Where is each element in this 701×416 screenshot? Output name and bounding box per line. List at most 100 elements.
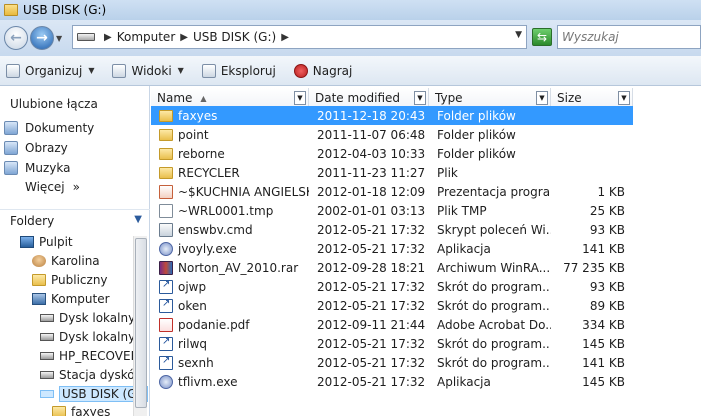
burn-button[interactable]: Nagraj [293,63,353,78]
file-name: faxyes [178,108,218,123]
chevron-down-icon[interactable]: ▼ [134,214,142,225]
file-row[interactable]: rilwq 2012-05-21 17:32 Skrót do program...… [151,334,633,353]
organize-button[interactable]: Organizuj ▼ [6,63,94,78]
file-row[interactable]: RECYCLER 2011-11-23 11:27 Plik [151,163,633,182]
tree-item-user[interactable]: Karolina [32,254,100,268]
file-name: ~$KUCHNIA ANGIELSK... [178,184,309,199]
favorite-links-title: Ulubione łącza [10,97,98,111]
favorite-label: Obrazy [25,141,68,155]
tree-label: Pulpit [39,235,73,249]
file-row[interactable]: faxyes 2011-12-18 20:43 Folder plików [151,106,633,125]
file-size: 25 KB [589,203,625,218]
file-size: 145 KB [582,374,625,389]
drive-icon [40,314,54,322]
file-row[interactable]: oken 2012-05-21 17:32 Skrót do program... 8… [151,296,633,315]
file-row[interactable]: point 2011-11-07 06:48 Folder plików [151,125,633,144]
breadcrumb-computer[interactable]: Komputer [117,30,176,44]
chevron-down-icon[interactable]: ▼ [618,91,630,105]
file-row[interactable]: enswbv.cmd 2012-05-21 17:32 Skrypt poleceń… [151,220,633,239]
tree-item-computer[interactable]: Komputer [32,292,110,306]
burn-label: Nagraj [312,63,353,78]
chevron-down-icon[interactable]: ▼ [536,91,548,105]
archive-icon [159,260,173,275]
sort-ascending-icon: ▲ [200,93,207,103]
scrollbar-thumb[interactable] [135,238,147,408]
folders-header[interactable]: Foldery ▼ [0,209,150,231]
favorite-documents[interactable]: Dokumenty [4,121,94,135]
file-name-cell: oken [151,298,309,313]
file-size: 334 KB [582,317,625,332]
chevron-down-icon: ▼ [177,66,184,75]
forward-button[interactable]: → [30,26,54,50]
music-icon [4,161,18,175]
more-favorites-link[interactable]: Więcej » [25,180,80,194]
file-date: 2012-05-21 17:32 [317,298,426,313]
file-row[interactable]: sexnh 2012-05-21 17:32 Skrót do program...… [151,353,633,372]
breadcrumb-usb-disk[interactable]: USB DISK (G:) [193,30,276,44]
column-header-type[interactable]: Type ▼ [429,88,551,108]
file-type: Skrót do program... [437,298,551,313]
back-button[interactable]: ← [4,26,28,50]
nav-scrollbar[interactable] [133,236,147,416]
column-label: Name [157,91,193,105]
file-row[interactable]: ojwp 2012-05-21 17:32 Skrót do program... 9… [151,277,633,296]
column-header-size[interactable]: Size ▼ [551,88,633,108]
file-date: 2012-05-21 17:32 [317,374,426,389]
tree-item-local-disk[interactable]: Dysk lokalny [40,311,135,325]
file-size: 93 KB [589,279,625,294]
tree-item-hp-recovery[interactable]: HP_RECOVER [40,349,139,363]
column-header-name[interactable]: Name ▲ ▼ [151,88,309,108]
file-row[interactable]: jvoyly.exe 2012-05-21 17:32 Aplikacja 141 K… [151,239,633,258]
tree-item-disk-drive[interactable]: Stacja dysków [40,368,144,382]
tree-item-local-disk[interactable]: Dysk lokalny [40,330,135,344]
tree-item-public[interactable]: Publiczny [32,273,108,287]
chevron-right-icon[interactable]: ▶ [104,32,112,43]
file-row[interactable]: ~WRL0001.tmp 2002-01-01 03:13 Plik TMP 25 K… [151,201,633,220]
favorite-pictures[interactable]: Obrazy [4,141,68,155]
arrow-right-icon: → [36,30,48,46]
chevron-right-icon[interactable]: ▶ [180,32,188,43]
favorite-label: Dokumenty [25,121,95,135]
folder-icon [32,274,46,286]
tree-item-desktop[interactable]: Pulpit [20,235,73,249]
application-icon [159,374,173,389]
views-icon [112,63,127,78]
folder-icon [4,4,18,16]
address-bar[interactable]: ▶ Komputer ▶ USB DISK (G:) ▶ ▼ [72,25,527,49]
file-type: Skrót do program... [437,336,551,351]
recent-pages-dropdown[interactable]: ▼ [56,34,66,43]
file-name: ojwp [178,279,207,294]
file-row[interactable]: Norton_AV_2010.rar 2012-09-28 18:21 Archiw… [151,258,633,277]
file-name-cell: ~$KUCHNIA ANGIELSK... [151,184,309,199]
file-row[interactable]: reborne 2012-04-03 10:33 Folder plików [151,144,633,163]
file-date: 2012-05-21 17:32 [317,355,426,370]
folder-icon [159,166,173,179]
folder-icon [159,128,173,141]
chevron-down-icon[interactable]: ▼ [515,30,522,40]
tree-label: HP_RECOVER [59,349,139,363]
drive-icon [40,371,54,379]
file-row[interactable]: podanie.pdf 2012-09-11 21:44 Adobe Acrobat… [151,315,633,334]
tree-item-usb-disk[interactable]: USB DISK (G:) [40,386,149,402]
file-name: rilwq [178,336,208,351]
views-button[interactable]: Widoki ▼ [112,63,184,78]
file-row[interactable]: tflivm.exe 2012-05-21 17:32 Aplikacja 145 K… [151,372,633,391]
file-name-cell: tflivm.exe [151,374,309,389]
column-header-date[interactable]: Date modified ▼ [309,88,429,108]
computer-icon [32,293,46,305]
file-date: 2011-11-07 06:48 [317,127,426,142]
chevron-down-icon[interactable]: ▼ [294,91,306,105]
search-input[interactable]: Wyszukaj [557,25,701,49]
tree-item-faxyes[interactable]: faxyes [52,405,110,416]
file-row[interactable]: ~$KUCHNIA ANGIELSK... 2012-01-18 12:09 Pre… [151,182,633,201]
explore-button[interactable]: Eksploruj [201,63,276,78]
file-date: 2012-05-21 17:32 [317,222,426,237]
chevron-right-icon[interactable]: ▶ [281,32,289,43]
file-type: Aplikacja [437,374,491,389]
file-date: 2012-09-28 18:21 [317,260,426,275]
chevron-down-icon[interactable]: ▼ [414,91,426,105]
favorite-music[interactable]: Muzyka [4,161,70,175]
explore-icon [201,63,216,78]
refresh-button[interactable]: ⇆ [532,28,552,46]
file-size: 145 KB [582,336,625,351]
